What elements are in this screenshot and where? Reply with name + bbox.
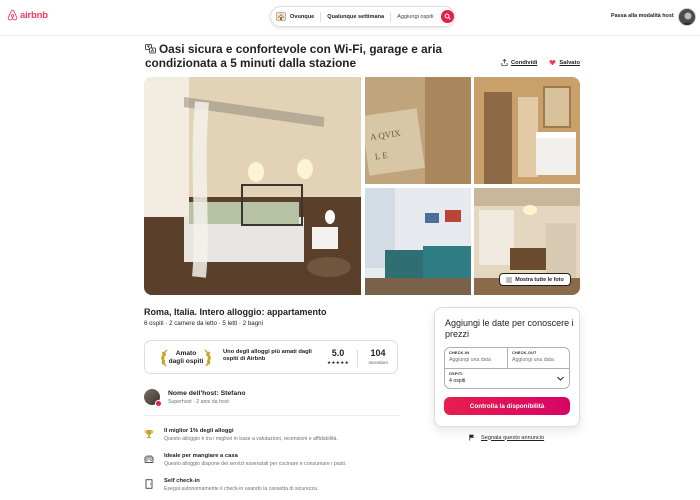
report-listing-link[interactable]: Segnala questo annuncio	[469, 434, 544, 441]
search-where[interactable]: Ovunque	[271, 7, 320, 26]
rating-stars-icon: ★★★★★	[326, 360, 350, 365]
host-subtitle: Superhost · 2 anni da host	[168, 398, 229, 405]
save-label: Salvato	[559, 59, 580, 66]
checkin-value: Aggiungi una data	[449, 357, 491, 363]
highlight-item: Il miglior 1% degli alloggi Questo allog…	[144, 428, 394, 442]
share-button[interactable]: Condividi	[501, 59, 537, 66]
reviews-count: 104	[370, 348, 386, 358]
highlight-title: Il miglior 1% degli alloggi	[164, 428, 234, 434]
reviews-label: recensioni	[368, 360, 388, 365]
rating-divider	[357, 350, 358, 367]
highlight-title: Self check-in	[164, 478, 200, 484]
airbnb-logo[interactable]: airbnb	[7, 9, 48, 21]
checkout-value: Aggiungi una data	[512, 357, 554, 363]
guest-favorite-badge-label: Amato dagli ospiti	[168, 350, 204, 365]
host-section[interactable]: Nome dell'host: Stefano Superhost · 2 an…	[144, 387, 246, 407]
highlight-title: Ideale per mangiare a casa	[164, 453, 238, 459]
listing-details: 6 ospiti · 2 camere da letto · 5 letti ·…	[144, 320, 263, 327]
top-header: airbnb Ovunque Qualunque settimana Aggiu…	[0, 0, 700, 36]
save-button[interactable]: Salvato	[549, 59, 580, 66]
switch-to-host-link[interactable]: Passa alla modalità host	[611, 13, 674, 19]
reviews-block[interactable]: 104 recensioni	[361, 348, 395, 365]
trophy-icon	[144, 430, 154, 438]
bedroom-photo-image	[144, 77, 361, 295]
flag-icon	[469, 434, 474, 441]
share-label: Condividi	[510, 59, 538, 66]
search-bar[interactable]: Ovunque Qualunque settimana Aggiungi osp…	[270, 6, 455, 27]
highlight-text: Ideale per mangiare a casa Questo allogg…	[164, 453, 346, 467]
search-who-label: Aggiungi ospiti	[397, 13, 434, 20]
share-icon	[501, 59, 508, 66]
search-who[interactable]: Aggiungi ospiti	[391, 7, 439, 26]
checkin-field[interactable]: CHECK-IN Aggiungi una data	[445, 348, 508, 369]
booking-title: Aggiungi le date per conoscere i prezzi	[445, 318, 574, 339]
guest-favorite-box[interactable]: Amato dagli ospiti Uno degli alloggi più…	[144, 340, 398, 374]
door-icon	[145, 479, 153, 489]
chevron-down-icon	[557, 376, 564, 381]
laurel-right-icon	[204, 348, 212, 366]
bathroom-photo-image	[474, 77, 580, 184]
highlight-description: Questo alloggio dispone dei servizi esse…	[164, 461, 347, 467]
listing-title: Oasi sicura e confortevole con Wi-Fi, ga…	[145, 42, 515, 70]
checkout-field[interactable]: CHECK-OUT Aggiungi una data	[508, 348, 569, 369]
section-divider	[144, 415, 399, 416]
photo-bathroom[interactable]	[474, 77, 580, 184]
heart-icon	[549, 60, 556, 66]
svg-text:L E: L E	[374, 150, 389, 162]
highlight-text: Il miglior 1% degli alloggi Questo allog…	[164, 428, 338, 442]
show-all-photos-button[interactable]: Mostra tutte le foto	[499, 273, 571, 286]
search-where-label: Ovunque	[290, 13, 315, 20]
host-name: Nome dell'host: Stefano	[168, 389, 246, 397]
user-avatar[interactable]	[678, 8, 696, 26]
highlight-text: Self check-in Esegui autonomamente il ch…	[164, 478, 318, 492]
photo-gallery: A QVIX L E	[144, 77, 580, 295]
rating-block: 5.0 ★★★★★	[323, 348, 353, 366]
check-availability-button[interactable]: Controlla la disponibilità	[444, 397, 570, 415]
listing-subtitle: Roma, Italia. Intero alloggio: appartame…	[144, 307, 327, 317]
search-icon	[444, 13, 451, 20]
listing-title-text: Oasi sicura e confortevole con Wi-Fi, ga…	[145, 42, 443, 70]
photo-wall-sign[interactable]: A QVIX L E	[365, 77, 471, 184]
rating-value: 5.0	[331, 348, 345, 358]
host-avatar[interactable]	[144, 389, 162, 407]
show-all-photos-label: Mostra tutte le foto	[515, 276, 564, 283]
superhost-badge-icon	[155, 400, 162, 407]
twin-bedroom-photo-image	[365, 188, 471, 295]
translate-icon	[145, 44, 156, 54]
guest-favorite-badge-text: Amato dagli ospiti	[169, 350, 204, 364]
photo-bedroom-canopy[interactable]	[144, 77, 361, 295]
report-listing-label: Segnala questo annuncio	[481, 434, 545, 441]
highlight-item: Self check-in Esegui autonomamente il ch…	[144, 478, 394, 492]
airbnb-logo-icon	[7, 9, 18, 21]
highlight-item: Ideale per mangiare a casa Questo allogg…	[144, 453, 394, 467]
house-icon	[276, 12, 286, 21]
host-info: Nome dell'host: Stefano Superhost · 2 an…	[168, 390, 246, 405]
kitchen-icon	[144, 455, 154, 463]
laurel-left-icon	[160, 348, 168, 366]
highlight-description: Esegui autonomamente il check-in usando …	[164, 486, 319, 492]
logo-text: airbnb	[20, 9, 48, 21]
photo-twin-bedroom[interactable]	[365, 188, 471, 295]
wall-sign-photo-image: A QVIX L E	[365, 77, 471, 184]
guest-favorite-badge: Amato dagli ospiti	[155, 347, 217, 368]
checkout-label: CHECK-OUT	[512, 351, 537, 355]
grid-icon	[506, 276, 512, 283]
guests-label: OSPITI	[449, 372, 463, 376]
guest-favorite-description: Uno degli alloggi più amati dagli ospiti…	[223, 349, 312, 363]
guests-select[interactable]: OSPITI 4 ospiti	[445, 369, 569, 389]
highlight-description: Questo alloggio è tra i migliori in base…	[164, 436, 338, 442]
guests-value: 4 ospiti	[449, 378, 466, 384]
search-when-label: Qualunque settimana	[327, 13, 385, 20]
checkin-label: CHECK-IN	[449, 351, 470, 355]
search-button[interactable]	[441, 10, 455, 23]
avatar-icon	[679, 9, 695, 25]
booking-fields: CHECK-IN Aggiungi una data CHECK-OUT Agg…	[444, 347, 570, 389]
search-when[interactable]: Qualunque settimana	[321, 7, 390, 26]
listing-actions: Condividi Salvato	[501, 59, 580, 66]
